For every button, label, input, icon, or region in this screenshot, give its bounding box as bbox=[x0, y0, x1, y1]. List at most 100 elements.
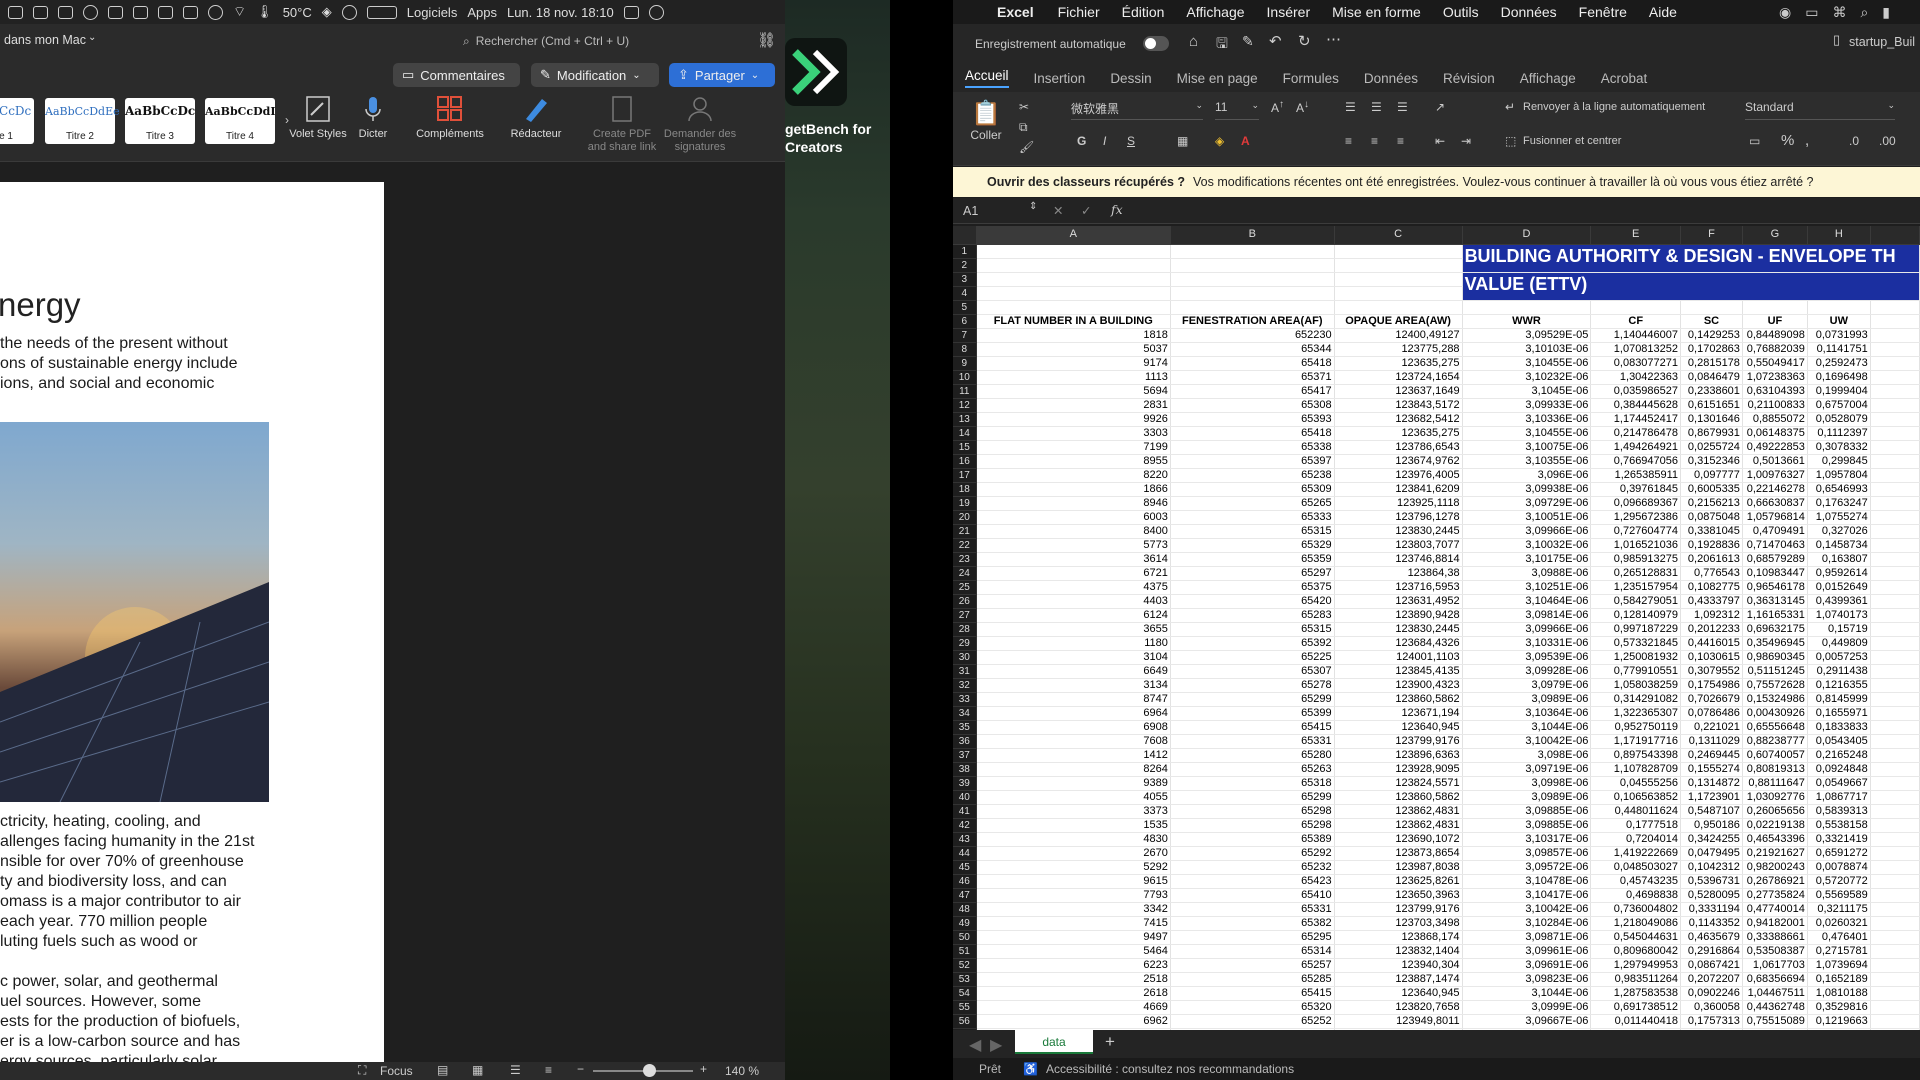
cell[interactable]: 123887,1474 bbox=[1334, 972, 1463, 987]
cell[interactable]: 0,3152346 bbox=[1680, 454, 1743, 469]
cell[interactable]: 0,163807 bbox=[1807, 552, 1871, 567]
cell[interactable]: 0,0867421 bbox=[1680, 958, 1743, 973]
cell[interactable]: 1535 bbox=[976, 818, 1171, 833]
wifi-icon[interactable]: ⌔ bbox=[233, 3, 246, 21]
cell[interactable]: 0,1112397 bbox=[1807, 426, 1871, 441]
cell[interactable]: 123684,4326 bbox=[1334, 636, 1463, 651]
cell[interactable]: 8747 bbox=[976, 692, 1171, 707]
row-header[interactable]: 55 bbox=[953, 1000, 977, 1015]
row-header[interactable]: 15 bbox=[953, 440, 977, 455]
cell[interactable]: 3,10317E-06 bbox=[1462, 832, 1592, 847]
font-color-icon[interactable]: A bbox=[1241, 134, 1250, 148]
cell[interactable] bbox=[1870, 902, 1920, 917]
cell[interactable]: 0,88111647 bbox=[1742, 776, 1808, 791]
cell[interactable]: 3,0998E-06 bbox=[1462, 776, 1592, 791]
column-header[interactable]: C bbox=[1334, 226, 1463, 245]
cell[interactable]: 1,07238363 bbox=[1742, 370, 1808, 385]
cell[interactable]: 3,10455E-06 bbox=[1462, 426, 1592, 441]
cell[interactable]: 3,1045E-06 bbox=[1462, 384, 1592, 399]
cell[interactable]: 3,09966E-06 bbox=[1462, 524, 1592, 539]
recovered-workbooks-banner[interactable]: Ouvrir des classeurs récupérés ? Vos mod… bbox=[953, 167, 1920, 197]
cell[interactable] bbox=[1170, 286, 1335, 301]
row-header[interactable]: 8 bbox=[953, 342, 977, 357]
cell[interactable]: 4375 bbox=[976, 580, 1171, 595]
cell[interactable] bbox=[1870, 552, 1920, 567]
edit-mode-button[interactable]: ✎ Modification ⌄ bbox=[531, 63, 659, 87]
format-painter-icon[interactable]: 🖌 bbox=[1019, 140, 1034, 154]
cell[interactable] bbox=[1870, 804, 1920, 819]
cell[interactable]: 0,727604774 bbox=[1590, 524, 1682, 539]
cell[interactable]: 123900,4323 bbox=[1334, 678, 1463, 693]
cell[interactable] bbox=[1870, 762, 1920, 777]
cell[interactable]: 0,3381045 bbox=[1680, 524, 1743, 539]
cell[interactable]: 0,2469445 bbox=[1680, 748, 1743, 763]
tab-dessin[interactable]: Dessin bbox=[1110, 71, 1151, 86]
cell[interactable]: 0,51151245 bbox=[1742, 664, 1808, 679]
cell[interactable]: 3,09719E-06 bbox=[1462, 762, 1592, 777]
row-header[interactable]: 43 bbox=[953, 832, 977, 847]
cell[interactable]: 0,2156213 bbox=[1680, 496, 1743, 511]
prev-sheet-icon[interactable]: ◀ bbox=[969, 1035, 981, 1055]
cell[interactable]: 0,66630837 bbox=[1742, 496, 1808, 511]
cell[interactable] bbox=[1170, 300, 1335, 315]
cell[interactable]: 0,035986527 bbox=[1590, 384, 1682, 399]
cell[interactable]: 3,10075E-06 bbox=[1462, 440, 1592, 455]
cell[interactable] bbox=[1870, 818, 1920, 833]
cell[interactable]: 65298 bbox=[1170, 804, 1335, 819]
decrease-font-icon[interactable]: A↓ bbox=[1296, 99, 1309, 115]
cell[interactable]: 65315 bbox=[1170, 524, 1335, 539]
cell[interactable] bbox=[1680, 300, 1743, 315]
row-header[interactable]: 47 bbox=[953, 888, 977, 903]
cell[interactable]: 7415 bbox=[976, 916, 1171, 931]
document-page[interactable]: nergy the needs of the present without o… bbox=[0, 182, 384, 1064]
cell[interactable]: 0,0731993 bbox=[1807, 328, 1871, 343]
cell[interactable]: 0,02219138 bbox=[1742, 818, 1808, 833]
cell[interactable]: 3,10051E-06 bbox=[1462, 510, 1592, 525]
cell[interactable]: 0,2338601 bbox=[1680, 384, 1743, 399]
row-header[interactable]: 11 bbox=[953, 384, 977, 399]
focus-icon[interactable]: ⛶ bbox=[358, 1063, 366, 1078]
cell[interactable]: 65280 bbox=[1170, 748, 1335, 763]
cell[interactable]: 0,448011624 bbox=[1590, 804, 1682, 819]
cell[interactable]: 0,5487107 bbox=[1680, 804, 1743, 819]
cell[interactable]: 0,0875048 bbox=[1680, 510, 1743, 525]
sheet-tab-data[interactable]: data bbox=[1015, 1030, 1093, 1054]
trash-icon[interactable] bbox=[33, 5, 48, 19]
cell[interactable]: 0,314291082 bbox=[1590, 692, 1682, 707]
cell[interactable]: 0,128140979 bbox=[1590, 608, 1682, 623]
cell[interactable] bbox=[1170, 258, 1335, 273]
cell[interactable]: 123650,3963 bbox=[1334, 888, 1463, 903]
cell[interactable]: 0,384445628 bbox=[1590, 398, 1682, 413]
cell[interactable]: 3,09814E-06 bbox=[1462, 608, 1592, 623]
cell[interactable]: 0,983511264 bbox=[1590, 972, 1682, 987]
row-header[interactable]: 49 bbox=[953, 916, 977, 931]
cell[interactable] bbox=[1870, 1014, 1920, 1029]
cell[interactable]: 123775,288 bbox=[1334, 342, 1463, 357]
row-header[interactable]: 36 bbox=[953, 734, 977, 749]
cell[interactable]: 0,49222853 bbox=[1742, 440, 1808, 455]
cell[interactable]: 0,1999404 bbox=[1807, 384, 1871, 399]
cell[interactable]: 0,221021 bbox=[1680, 720, 1743, 735]
request-signatures-button[interactable]: Demander des signatures bbox=[663, 94, 737, 154]
cell[interactable] bbox=[1870, 524, 1920, 539]
cell[interactable]: 4055 bbox=[976, 790, 1171, 805]
cell[interactable]: 0,2916864 bbox=[1680, 944, 1743, 959]
menu-inserer[interactable]: Insérer bbox=[1267, 4, 1311, 20]
cell[interactable]: 0,88238777 bbox=[1742, 734, 1808, 749]
cell[interactable]: 0,75515089 bbox=[1742, 1014, 1808, 1029]
cell[interactable]: 123640,945 bbox=[1334, 720, 1463, 735]
cell[interactable]: 0,1833833 bbox=[1807, 720, 1871, 735]
comma-icon[interactable]: , bbox=[1805, 132, 1809, 149]
cell[interactable]: 0,2012233 bbox=[1680, 622, 1743, 637]
wrap-text-icon[interactable]: ↵ bbox=[1505, 100, 1515, 114]
cell[interactable]: 65232 bbox=[1170, 860, 1335, 875]
save-icon[interactable]: 🖫 bbox=[1216, 33, 1228, 57]
cell[interactable]: 5037 bbox=[976, 342, 1171, 357]
cell[interactable]: 0,6005335 bbox=[1680, 482, 1743, 497]
cell[interactable]: 3,0989E-06 bbox=[1462, 692, 1592, 707]
next-sheet-icon[interactable]: ▶ bbox=[990, 1035, 1002, 1055]
cell[interactable]: 7199 bbox=[976, 440, 1171, 455]
cell[interactable]: 3,09938E-06 bbox=[1462, 482, 1592, 497]
column-label[interactable]: UW bbox=[1807, 314, 1871, 329]
zoom-slider[interactable] bbox=[593, 1064, 693, 1077]
